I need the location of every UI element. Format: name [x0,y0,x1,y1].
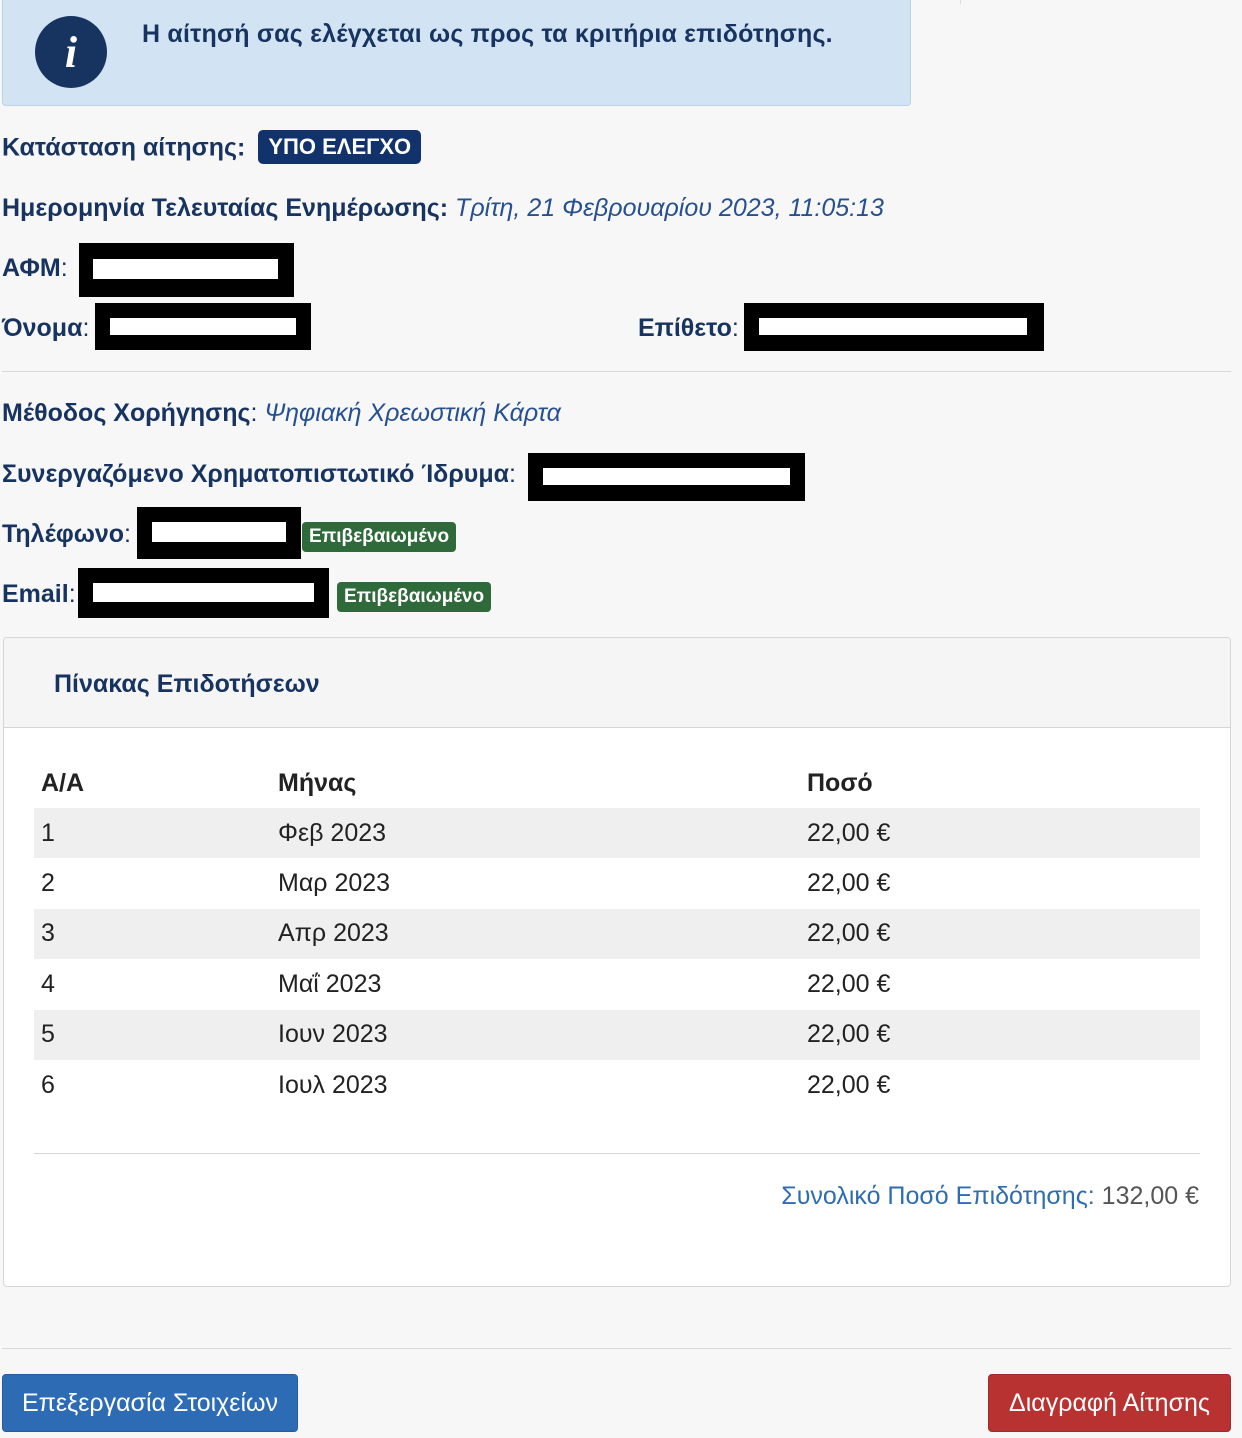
first-name-row: Όνομα: [2,314,90,342]
divider [34,1153,1200,1154]
application-status-page: i Η αίτησή σας ελέγχεται ως προς τα κριτ… [0,0,1242,1438]
phone-verified-badge: Επιβεβαιωμένο [302,522,457,552]
table-header-row: Α/Α Μήνας Ποσό [34,758,1200,808]
row-month: Απρ 2023 [271,908,800,960]
row-month: Μαΐ 2023 [278,969,382,998]
table-row: 1 Φεβ 2023 22,00 € [34,808,1200,859]
bank-label: Συνεργαζόμενο Χρηματοπιστωτικό Ίδρυμα [2,460,510,488]
redacted-last-name [744,303,1044,351]
method-value: Ψηφιακή Χρεωστική Κάρτα [264,399,561,427]
edit-details-button[interactable]: Επεξεργασία Στοιχείων [2,1374,298,1432]
row-amount: 22,00 € [800,808,1200,859]
status-badge: ΥΠΟ ΕΛΕΓΧΟ [258,130,422,164]
last-update-value: Τρίτη, 21 Φεβρουαρίου 2023, 11:05:13 [455,194,884,222]
card-title: Πίνακας Επιδοτήσεων [54,670,320,698]
row-amount: 22,00 € [807,969,891,998]
last-update-label: Ημερομηνία Τελευταίας Ενημέρωσης: [2,194,449,222]
total-value: 132,00 € [1101,1182,1199,1210]
row-month: Μαρ 2023 [278,869,391,898]
email-verified-badge: Επιβεβαιωμένο [337,582,492,612]
subsidies-table: Α/Α Μήνας Ποσό 1 Φεβ 2023 22,00 € 2 Μαρ … [34,758,1200,1110]
email-label: Email [2,580,69,608]
last-name-label: Επίθετο [638,314,732,342]
email-row: Email: [2,580,76,608]
row-month: Φεβ 2023 [271,808,800,859]
bank-row: Συνεργαζόμενο Χρηματοπιστωτικό Ίδρυμα: [2,460,516,488]
afm-label: ΑΦΜ [2,254,61,282]
table-row: 3 Απρ 2023 22,00 € [34,908,1200,960]
status-label: Κατάσταση αίτησης: [2,133,246,162]
status-row: Κατάσταση αίτησης: ΥΠΟ ΕΛΕΓΧΟ [2,130,422,166]
redacted-afm [79,243,294,297]
row-number: 5 [34,1009,271,1060]
redacted-bank [528,453,805,501]
table-row: 6 Ιουλ 2023 22,00 € [34,1060,1200,1110]
row-month: Ιουλ 2023 [278,1070,388,1099]
redacted-email [78,568,329,618]
redacted-first-name [95,303,311,350]
phone-label: Τηλέφωνο [2,520,125,548]
column-header-month: Μήνας [278,768,357,797]
alert-message: Η αίτησή σας ελέγχεται ως προς τα κριτήρ… [142,20,833,48]
column-header-aa: Α/Α [41,768,85,797]
row-month: Ιουν 2023 [271,1009,800,1060]
row-number: 3 [34,908,271,960]
row-amount: 22,00 € [800,1009,1200,1060]
divider [2,1348,1231,1349]
row-number: 4 [41,969,55,998]
subsidies-card: Πίνακας Επιδοτήσεων Α/Α Μήνας Ποσό 1 Φεβ… [3,637,1231,1287]
phone-row: Τηλέφωνο: [2,520,131,548]
method-row: Μέθοδος Χορήγησης: Ψηφιακή Χρεωστική Κάρ… [2,399,561,427]
divider [960,0,961,4]
first-name-label: Όνομα [2,314,83,342]
last-name-row: Επίθετο: [638,314,739,342]
row-amount: 22,00 € [807,869,891,898]
table-row: 5 Ιουν 2023 22,00 € [34,1009,1200,1060]
redacted-phone [137,507,301,559]
last-update-row: Ημερομηνία Τελευταίας Ενημέρωσης: Τρίτη,… [2,194,884,223]
afm-row: ΑΦΜ: [2,254,68,282]
method-label: Μέθοδος Χορήγησης [2,399,251,427]
row-number: 1 [34,808,271,859]
column-header-amount: Ποσό [807,768,873,797]
row-number: 6 [41,1070,55,1099]
total-amount: Συνολικό Ποσό Επιδότησης: 132,00 € [781,1182,1199,1211]
delete-application-button[interactable]: Διαγραφή Αίτησης [988,1374,1231,1432]
info-alert: i Η αίτησή σας ελέγχεται ως προς τα κριτ… [2,0,911,106]
row-number: 2 [41,869,55,898]
table-row: 4 Μαΐ 2023 22,00 € [34,959,1200,1009]
total-label: Συνολικό Ποσό Επιδότησης: [781,1182,1095,1210]
divider [2,371,1231,372]
row-amount: 22,00 € [807,1070,891,1099]
row-amount: 22,00 € [800,908,1200,960]
info-icon: i [35,16,107,88]
table-row: 2 Μαρ 2023 22,00 € [34,858,1200,908]
card-header: Πίνακας Επιδοτήσεων [4,638,1230,728]
